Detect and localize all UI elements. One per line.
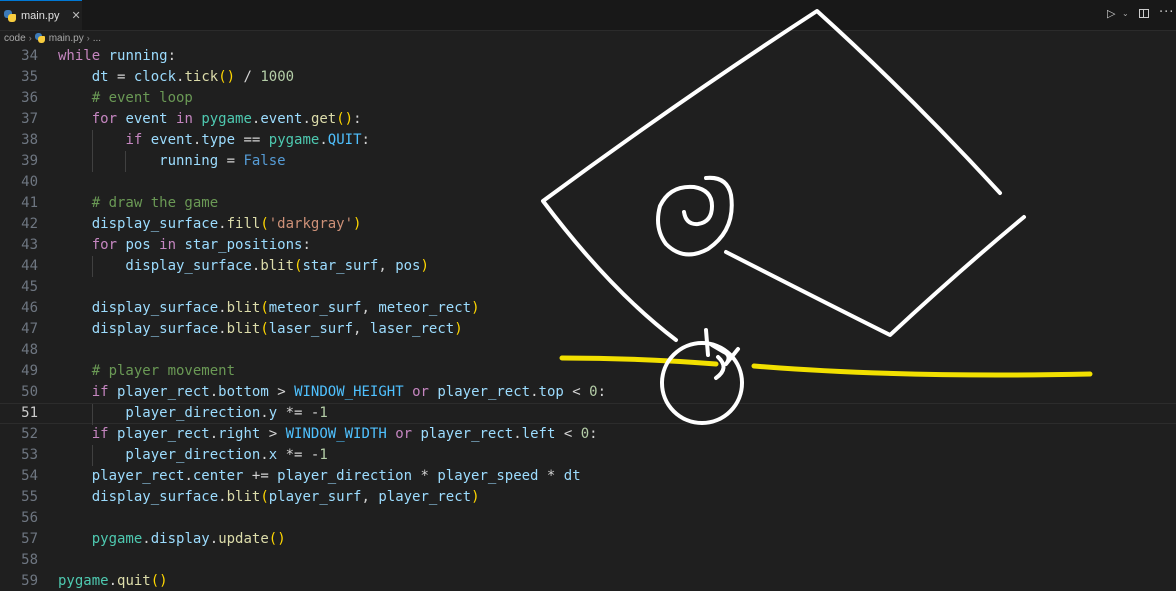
line-number: 53: [21, 447, 38, 463]
code-text[interactable]: # player movement: [58, 361, 235, 382]
code-text[interactable]: for pos in star_positions:: [58, 235, 311, 256]
line-number: 49: [21, 363, 38, 379]
breadcrumb-folder[interactable]: code: [4, 33, 26, 44]
line-number: 42: [21, 216, 38, 232]
line-number: 37: [21, 111, 38, 127]
code-line[interactable]: 36 # event loop: [0, 88, 1176, 109]
code-line[interactable]: 38 if event.type == pygame.QUIT:: [0, 130, 1176, 151]
code-line[interactable]: 50 if player_rect.bottom > WINDOW_HEIGHT…: [0, 382, 1176, 403]
line-number: 59: [21, 573, 38, 589]
code-line[interactable]: 53 player_direction.x *= -1: [0, 445, 1176, 466]
code-line[interactable]: 37 for event in pygame.event.get():: [0, 109, 1176, 130]
breadcrumb-trail[interactable]: ...: [93, 33, 101, 44]
line-number: 36: [21, 90, 38, 106]
line-number: 56: [21, 510, 38, 526]
line-number: 54: [21, 468, 38, 484]
tab-label: main.py: [21, 9, 60, 22]
chevron-right-icon: ›: [28, 33, 32, 43]
editor-tab-bar: main.py ✕ ▷ ⌄ ···: [0, 0, 1176, 31]
code-line[interactable]: 55 display_surface.blit(player_surf, pla…: [0, 487, 1176, 508]
code-line[interactable]: 40: [0, 172, 1176, 193]
breadcrumb: code › main.py › ...: [0, 30, 1176, 46]
line-number: 47: [21, 321, 38, 337]
code-line[interactable]: 54 player_rect.center += player_directio…: [0, 466, 1176, 487]
line-number: 43: [21, 237, 38, 253]
code-editor[interactable]: 34 while running: 35 dt = clock.tick() / 1…: [0, 46, 1176, 591]
line-number: 35: [21, 69, 38, 85]
line-number: 34: [21, 48, 38, 64]
python-file-icon: [4, 9, 16, 22]
code-text[interactable]: pygame.display.update(): [58, 529, 286, 550]
code-line[interactable]: 46 display_surface.blit(meteor_surf, met…: [0, 298, 1176, 319]
code-line[interactable]: 45: [0, 277, 1176, 298]
line-number: 52: [21, 426, 38, 442]
line-number: 38: [21, 132, 38, 148]
line-number: 40: [21, 174, 38, 190]
code-line[interactable]: 41 # draw the game: [0, 193, 1176, 214]
tab-main-py[interactable]: main.py ✕: [0, 0, 82, 30]
code-text[interactable]: display_surface.blit(player_surf, player…: [58, 487, 480, 508]
code-line[interactable]: 44 display_surface.blit(star_surf, pos): [0, 256, 1176, 277]
line-number: 57: [21, 531, 38, 547]
chevron-right-icon: ›: [86, 33, 90, 43]
line-number: 45: [21, 279, 38, 295]
code-text[interactable]: if event.type == pygame.QUIT:: [58, 130, 370, 151]
code-text[interactable]: player_direction.y *= -1: [58, 404, 327, 423]
code-line[interactable]: 57 pygame.display.update(): [0, 529, 1176, 550]
code-line[interactable]: 51 player_direction.y *= -1: [0, 403, 1176, 425]
code-text[interactable]: display_surface.blit(star_surf, pos): [58, 256, 429, 277]
code-text[interactable]: pygame.quit(): [58, 571, 168, 591]
code-text[interactable]: player_direction.x *= -1: [58, 445, 327, 466]
code-text[interactable]: player_rect.center += player_direction *…: [58, 466, 581, 487]
line-number: 51: [21, 405, 38, 421]
code-text[interactable]: if player_rect.right > WINDOW_WIDTH or p…: [58, 424, 598, 445]
code-text[interactable]: display_surface.fill('darkgray'): [58, 214, 362, 235]
code-line[interactable]: 34 while running:: [0, 46, 1176, 67]
code-text[interactable]: dt = clock.tick() / 1000: [58, 67, 294, 88]
code-editor-window: main.py ✕ ▷ ⌄ ··· code › main.py › ... 3…: [0, 0, 1176, 591]
code-text[interactable]: display_surface.blit(meteor_surf, meteor…: [58, 298, 480, 319]
code-text[interactable]: if player_rect.bottom > WINDOW_HEIGHT or…: [58, 382, 606, 403]
line-number: 50: [21, 384, 38, 400]
line-number: 41: [21, 195, 38, 211]
code-line[interactable]: 52 if player_rect.right > WINDOW_WIDTH o…: [0, 424, 1176, 445]
split-editor-icon[interactable]: [1139, 9, 1149, 18]
code-line[interactable]: 47 display_surface.blit(laser_surf, lase…: [0, 319, 1176, 340]
play-icon[interactable]: ▷: [1107, 7, 1115, 20]
close-icon[interactable]: ✕: [72, 9, 81, 22]
chevron-down-icon[interactable]: ⌄: [1122, 9, 1129, 18]
code-text[interactable]: # draw the game: [58, 193, 218, 214]
line-number: 39: [21, 153, 38, 169]
code-line[interactable]: 42 display_surface.fill('darkgray'): [0, 214, 1176, 235]
code-line[interactable]: 58: [0, 550, 1176, 571]
line-number: 44: [21, 258, 38, 274]
code-line[interactable]: 49 # player movement: [0, 361, 1176, 382]
code-line[interactable]: 59 pygame.quit(): [0, 571, 1176, 591]
breadcrumb-file[interactable]: main.py: [49, 33, 84, 44]
python-file-icon: [34, 33, 45, 43]
code-line[interactable]: 48: [0, 340, 1176, 361]
code-text[interactable]: display_surface.blit(laser_surf, laser_r…: [58, 319, 463, 340]
more-actions-icon[interactable]: ···: [1159, 5, 1174, 20]
line-number: 55: [21, 489, 38, 505]
code-line[interactable]: 43 for pos in star_positions:: [0, 235, 1176, 256]
line-number: 48: [21, 342, 38, 358]
code-line[interactable]: 56: [0, 508, 1176, 529]
code-text[interactable]: for event in pygame.event.get():: [58, 109, 362, 130]
line-number: 46: [21, 300, 38, 316]
code-line[interactable]: 35 dt = clock.tick() / 1000: [0, 67, 1176, 88]
code-text[interactable]: running = False: [58, 151, 285, 172]
code-text[interactable]: # event loop: [58, 88, 193, 109]
code-text[interactable]: while running:: [58, 46, 176, 67]
code-line[interactable]: 39 running = False: [0, 151, 1176, 172]
line-number: 58: [21, 552, 38, 568]
